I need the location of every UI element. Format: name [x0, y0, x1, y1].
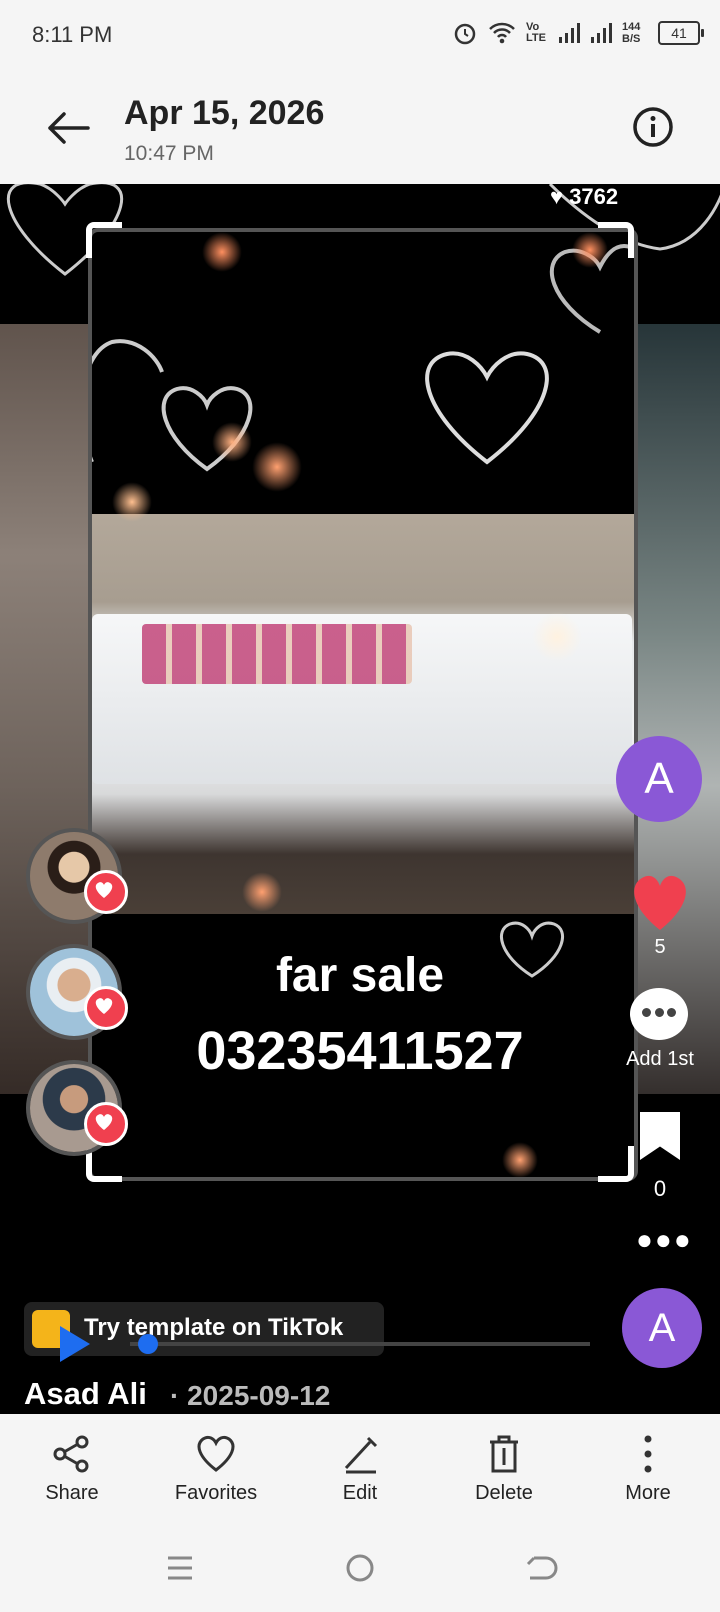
page-subtitle: 10:47 PM — [124, 142, 214, 165]
author-name[interactable]: Asad Ali — [24, 1376, 147, 1412]
top-like-count: ♥ 3762 — [550, 184, 619, 209]
frame-corner — [598, 222, 634, 258]
more-label: More — [625, 1482, 671, 1504]
bokeh-light — [212, 422, 252, 462]
comment-label: Add 1st — [626, 1048, 694, 1070]
edit-label: Edit — [342, 1482, 378, 1504]
battery-icon: 41 — [658, 21, 704, 45]
seek-knob[interactable] — [138, 1334, 158, 1354]
page-title: Apr 15, 2026 — [124, 94, 325, 132]
heart-icon — [197, 1435, 235, 1472]
bokeh-light — [242, 872, 282, 912]
author-avatar[interactable]: A — [622, 1288, 702, 1368]
status-bar: 8:11 PM Vo LTE 144 B/S 41 — [0, 0, 720, 72]
alarm-icon — [454, 23, 476, 45]
status-time: 8:11 PM — [32, 22, 113, 47]
viewer-like-badge — [84, 870, 128, 914]
status-icons: Vo LTE 144 B/S 41 — [452, 20, 704, 46]
like-heart-icon[interactable] — [628, 872, 692, 932]
template-label: Try template on TikTok — [84, 1314, 344, 1341]
favorites-label: Favorites — [174, 1482, 258, 1504]
favorites-button[interactable]: Favorites — [146, 1414, 286, 1524]
heart-icon — [95, 882, 113, 898]
recent-apps-icon[interactable] — [160, 1548, 200, 1588]
bubble-dots — [642, 1008, 676, 1018]
more-options-icon[interactable]: ●●● — [636, 1224, 693, 1256]
play-icon[interactable] — [60, 1326, 90, 1362]
back-nav-icon[interactable] — [520, 1548, 560, 1588]
seek-bar[interactable] — [130, 1342, 590, 1346]
comment-bubble-icon[interactable] — [630, 988, 688, 1040]
frame-corner — [598, 1146, 634, 1182]
bokeh-light — [252, 442, 302, 492]
save-count: 0 — [653, 1176, 667, 1201]
decorative-heart-icon — [425, 351, 549, 465]
system-nav-bar — [0, 1524, 720, 1612]
creator-avatar[interactable]: A — [616, 736, 702, 822]
bottom-toolbar: Share Favorites Edit Delete More — [0, 1414, 720, 1524]
post-date: 2025-09-12 — [187, 1380, 331, 1411]
like-count: 5 — [654, 936, 666, 958]
frame-corner — [86, 222, 122, 258]
wifi-icon — [489, 22, 515, 44]
back-arrow-icon[interactable] — [44, 104, 92, 152]
heart-icon — [95, 998, 113, 1014]
top-count-value: 3762 — [569, 184, 619, 209]
heart-icon — [95, 1114, 113, 1130]
home-icon[interactable] — [340, 1548, 380, 1588]
post-date-line: · 2025-09-12 — [170, 1380, 330, 1412]
edit-button[interactable]: Edit — [290, 1414, 430, 1524]
more-button[interactable]: More — [578, 1414, 718, 1524]
bookmark-icon[interactable] — [640, 1112, 680, 1160]
bokeh-light — [532, 612, 582, 662]
more-vertical-icon — [644, 1435, 652, 1473]
info-icon[interactable] — [632, 106, 674, 148]
viewer-like-badge — [84, 1102, 128, 1146]
network-type-label: Vo LTE — [526, 21, 546, 44]
bokeh-light — [502, 1142, 538, 1177]
signal-icon-2 — [591, 23, 612, 43]
freezer-photo — [92, 514, 634, 914]
network-speed: 144 B/S — [622, 21, 641, 45]
share-label: Share — [45, 1482, 99, 1504]
viewer-like-badge — [84, 986, 128, 1030]
share-icon — [53, 1435, 89, 1473]
delete-button[interactable]: Delete — [434, 1414, 574, 1524]
share-button[interactable]: Share — [2, 1414, 142, 1524]
trash-icon — [490, 1435, 518, 1473]
pencil-icon — [344, 1436, 378, 1474]
bokeh-light — [112, 482, 152, 522]
battery-level: 41 — [671, 25, 687, 41]
bokeh-light — [202, 232, 242, 272]
video-player[interactable]: ♥ 3762 far sale 03235411527 A 5 Add 1st … — [0, 184, 720, 1414]
signal-icon — [559, 23, 580, 43]
app-bar: Apr 15, 2026 10:47 PM — [0, 72, 720, 184]
freezer-stickers — [142, 624, 412, 684]
date-separator: · — [170, 1380, 180, 1411]
delete-label: Delete — [475, 1482, 533, 1504]
